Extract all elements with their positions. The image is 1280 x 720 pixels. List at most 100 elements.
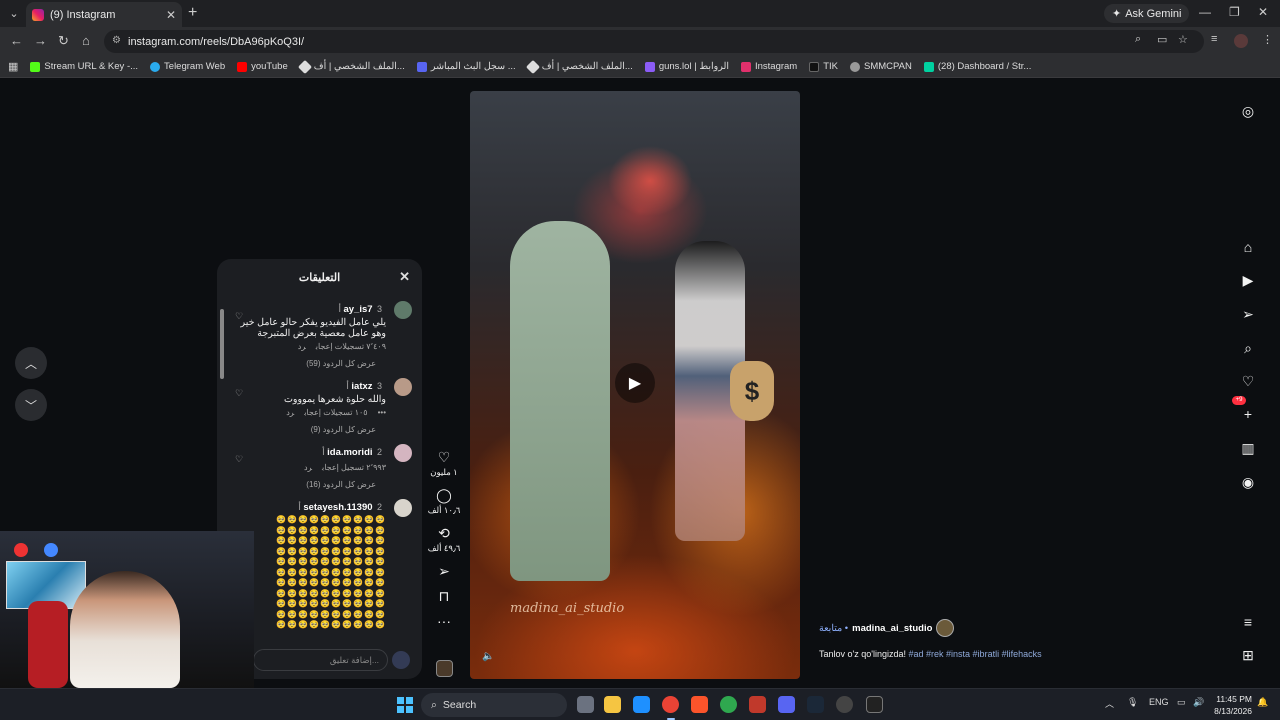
profile-avatar[interactable]: ◉ <box>1238 474 1258 491</box>
tray-overflow-icon[interactable]: ︿ <box>1105 697 1114 710</box>
minimize-window-icon[interactable]: — <box>1199 5 1211 19</box>
app-icon[interactable] <box>836 696 853 713</box>
comment-likes[interactable]: ٢٬٩٩٣ تسجيل إعجاب <box>322 463 386 472</box>
new-tab-button[interactable]: + <box>188 4 197 22</box>
windows-start-icon[interactable] <box>397 697 413 713</box>
tab-close-icon[interactable]: ✕ <box>166 8 176 22</box>
taskbar-clock[interactable]: 11:45 PM 8/13/2026 <box>1210 693 1252 717</box>
bookmark-item[interactable]: الملف الشخصي | أف... <box>297 59 405 74</box>
epic-games-icon[interactable] <box>866 696 883 713</box>
profile-avatar[interactable] <box>1234 34 1248 48</box>
menu-hamburger-icon[interactable]: ≡ <box>1238 614 1258 630</box>
next-reel-button[interactable]: ﹀ <box>15 389 47 421</box>
xbox-icon[interactable] <box>720 696 737 713</box>
menu-kebab-icon[interactable]: ⋮ <box>1262 33 1273 46</box>
follow-button[interactable]: متابعة • <box>819 623 848 634</box>
reload-icon[interactable]: ↻ <box>58 33 69 49</box>
notification-bell-icon[interactable]: 🔔 <box>1257 697 1268 708</box>
play-icon[interactable]: ▶ <box>615 363 655 403</box>
cast-icon[interactable]: ▭ <box>1157 33 1167 46</box>
bookmark-item[interactable]: سجل البث المباشر ... <box>416 61 516 72</box>
author-username[interactable]: madina_ai_studio <box>852 623 932 634</box>
address-bar[interactable]: ⚙ instagram.com/reels/DbA96pKoQ3I/ <box>104 30 1204 53</box>
reel-video[interactable]: $ ▶ madina_ai_studio 🔈 <box>470 91 800 679</box>
bookmark-item[interactable]: Stream URL & Key -... <box>30 61 138 72</box>
bookmark-item[interactable]: (28) Dashboard / Str... <box>923 61 1031 72</box>
maximize-window-icon[interactable]: ❐ <box>1229 5 1240 19</box>
volume-icon[interactable]: 🔊 <box>1193 697 1204 708</box>
chrome-icon[interactable] <box>662 696 679 713</box>
share-button[interactable]: ➢ <box>425 563 463 579</box>
also-from-meta-icon[interactable]: ⊞ <box>1238 647 1258 664</box>
repost-button[interactable]: ⟲ ٤٩٫٦ ألف <box>425 525 463 554</box>
comment-likes[interactable]: ٧٬٤٠٩ تسجيلات إعجاب <box>316 342 386 351</box>
like-button[interactable]: ♡ ١ مليون <box>425 449 463 478</box>
avatar[interactable] <box>394 301 412 319</box>
bookmark-item[interactable]: TIK <box>809 61 838 72</box>
bookmark-item[interactable]: guns.lol | الروابط <box>644 61 729 72</box>
like-heart-icon[interactable]: ♡ <box>235 388 243 399</box>
comment-button[interactable]: ◯ ١٠٫٦ ألف <box>425 487 463 516</box>
bookmark-star-icon[interactable]: ☆ <box>1178 33 1188 46</box>
steam-icon[interactable] <box>807 696 824 713</box>
bookmark-item[interactable]: youTube <box>237 61 288 72</box>
like-heart-icon[interactable]: ♡ <box>235 454 243 465</box>
search-icon[interactable]: ⌕ <box>1238 340 1258 357</box>
messages-icon[interactable]: ➢ <box>1238 306 1258 323</box>
avatar[interactable] <box>394 499 412 517</box>
reading-list-icon[interactable]: ≡ <box>1211 33 1217 45</box>
more-options-button[interactable]: ··· <box>425 613 463 629</box>
close-window-icon[interactable]: ✕ <box>1258 5 1268 19</box>
app-icon[interactable] <box>633 696 650 713</box>
forward-arrow-icon[interactable]: → <box>34 33 47 48</box>
view-replies-button[interactable]: عرض كل الردود (59) <box>233 359 376 368</box>
file-explorer-icon[interactable] <box>604 696 621 713</box>
more-options-icon[interactable]: ••• <box>378 408 386 417</box>
add-comment-input[interactable]: إضافة تعليق... <box>253 649 388 671</box>
close-icon[interactable]: ✕ <box>399 269 410 285</box>
bookmark-item[interactable]: SMMCPAN <box>850 61 912 72</box>
comment-username[interactable]: ay_is7 <box>343 304 372 315</box>
reply-button[interactable]: رد <box>298 342 306 351</box>
zoom-icon[interactable]: ⌕ <box>1135 33 1141 46</box>
home-icon[interactable]: ⌂ <box>1238 239 1258 255</box>
microphone-icon[interactable]: 🎙 <box>1127 697 1138 708</box>
bookmark-item[interactable]: Instagram <box>740 61 797 72</box>
tab-search-button[interactable]: ⌄ <box>4 3 24 23</box>
browser-tab-instagram[interactable]: (9) Instagram ✕ <box>26 2 182 27</box>
original-audio-thumbnail[interactable] <box>436 660 453 677</box>
save-button[interactable]: ⊓ <box>425 588 463 604</box>
site-info-icon[interactable]: ⚙ <box>112 35 121 46</box>
avatar[interactable] <box>394 444 412 462</box>
comment-username[interactable]: iatxz <box>351 381 372 392</box>
bookmark-item[interactable]: Telegram Web <box>150 61 225 72</box>
reply-button[interactable]: رد <box>304 463 312 472</box>
brave-icon[interactable] <box>691 696 708 713</box>
avatar[interactable] <box>394 378 412 396</box>
ask-gemini-button[interactable]: ✦ Ask Gemini <box>1104 4 1190 23</box>
comment-username[interactable]: setayesh.11390 <box>303 502 372 513</box>
view-replies-button[interactable]: عرض كل الردود (16) <box>233 480 376 489</box>
reply-button[interactable]: رد <box>286 408 294 417</box>
apps-grid-icon[interactable]: ▦ <box>8 60 18 73</box>
like-heart-icon[interactable]: ♡ <box>235 311 243 322</box>
create-plus-icon[interactable]: + <box>1238 406 1258 422</box>
app-icon[interactable] <box>749 696 766 713</box>
back-arrow-icon[interactable]: ← <box>10 33 23 48</box>
speaker-icon[interactable]: 🔈 <box>482 651 494 662</box>
language-indicator[interactable]: ENG <box>1149 697 1169 707</box>
reels-icon[interactable]: ▶ <box>1238 272 1258 289</box>
previous-reel-button[interactable]: ︿ <box>15 347 47 379</box>
comment-username[interactable]: ida.moridi <box>327 447 372 458</box>
network-icon[interactable]: ▭ <box>1177 697 1186 708</box>
taskbar-search[interactable]: ⌕ Search <box>421 693 567 717</box>
view-replies-button[interactable]: عرض كل الردود (9) <box>233 425 376 434</box>
dashboard-chart-icon[interactable]: ▥ <box>1238 440 1258 457</box>
instagram-logo-icon[interactable]: ◎ <box>1238 103 1258 120</box>
task-view-icon[interactable] <box>577 696 594 713</box>
notifications-heart-icon[interactable]: ♡ <box>1238 373 1258 390</box>
comment-likes[interactable]: ١٠٥ تسجيلات إعجاب <box>304 408 367 417</box>
bookmark-item[interactable]: الملف الشخصي | أف... <box>525 59 633 74</box>
home-icon[interactable]: ⌂ <box>82 33 90 48</box>
discord-icon[interactable] <box>778 696 795 713</box>
